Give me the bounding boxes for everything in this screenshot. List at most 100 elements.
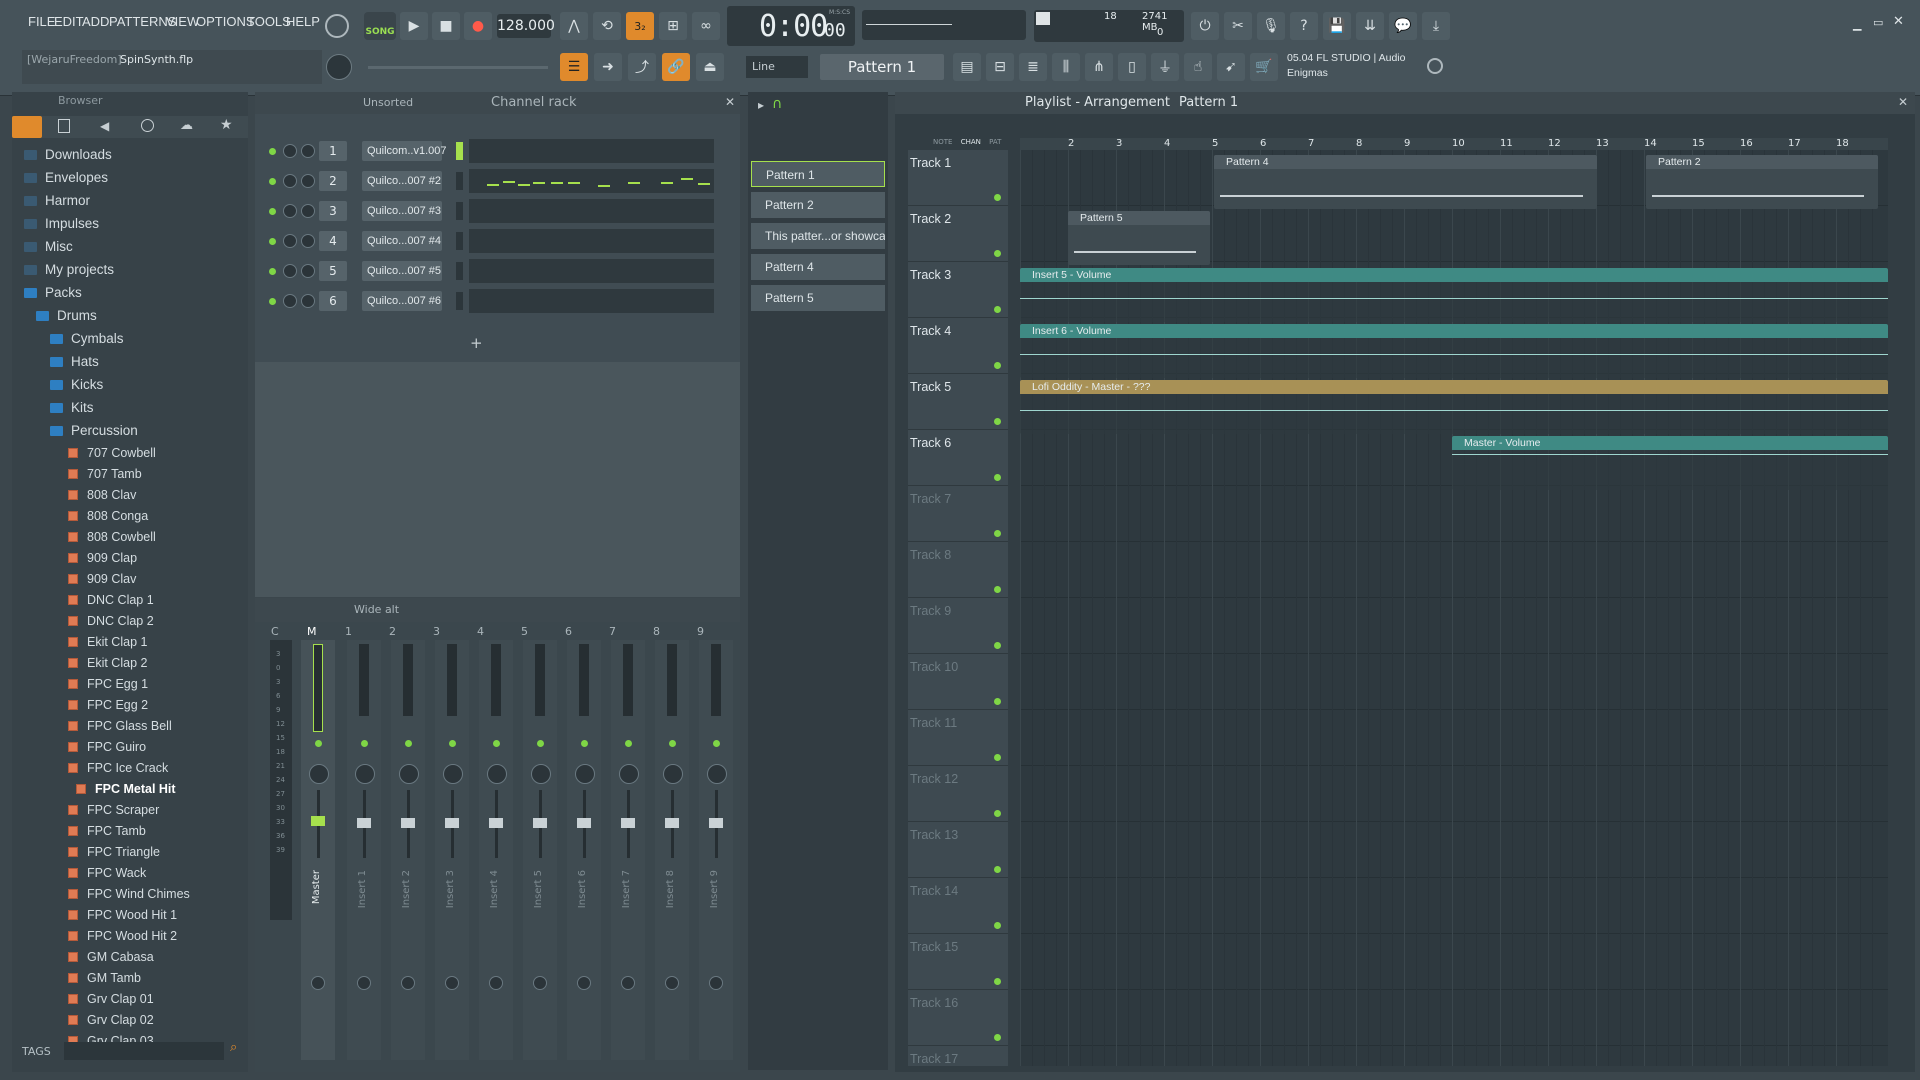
browser-folder[interactable]: Misc [24, 236, 73, 257]
mixer-enable-led[interactable] [449, 740, 456, 747]
channel-select-indicator[interactable] [456, 172, 463, 190]
view-mixer2-button[interactable]: ➹ [1217, 53, 1245, 81]
mixer-track[interactable]: Insert 3 [435, 640, 469, 1060]
mixer-pan-knob[interactable] [487, 764, 507, 784]
browser-file[interactable]: DNC Clap 2 [68, 610, 154, 631]
view-pianoroll-button[interactable]: ⊟ [986, 53, 1014, 81]
mixer-route-knob[interactable] [665, 976, 679, 990]
channel-name-button[interactable]: Quilcom..v1.007 [362, 141, 446, 161]
pat-song-toggle[interactable]: SONG [364, 12, 396, 40]
browser-tab-project[interactable] [58, 119, 70, 133]
playlist-clip[interactable]: Insert 5 - Volume [1020, 268, 1888, 322]
menu-file[interactable]: FILE [28, 14, 55, 36]
browser-file[interactable]: FPC Ice Crack [68, 757, 168, 778]
track-enable-led[interactable] [994, 978, 1001, 985]
mixer-enable-led[interactable] [537, 740, 544, 747]
channel-mute-led[interactable] [269, 298, 276, 305]
mixer-route-knob[interactable] [401, 976, 415, 990]
countdown-button[interactable]: 3₂ [626, 12, 654, 40]
browser-file[interactable]: FPC Wack [68, 862, 146, 883]
pattern-item[interactable]: This patter...or showcase [751, 223, 885, 249]
browser-file[interactable]: GM Cabasa [68, 946, 154, 967]
channel-mute-led[interactable] [269, 268, 276, 275]
channel-select-indicator[interactable] [456, 232, 463, 250]
pitch-slider[interactable] [368, 66, 548, 69]
channel-graph[interactable] [469, 199, 714, 223]
channel-graph[interactable] [469, 289, 714, 313]
channel-mixer-number[interactable]: 5 [319, 261, 347, 281]
mixer-header-label[interactable]: 1 [345, 625, 352, 638]
menu-options[interactable]: OPTIONS [196, 14, 255, 36]
help-button[interactable]: ? [1290, 12, 1318, 40]
channel-volume-knob[interactable] [301, 234, 315, 248]
channel-pan-knob[interactable] [283, 234, 297, 248]
mixer-enable-led[interactable] [361, 740, 368, 747]
pattern-item[interactable]: Pattern 1 [751, 161, 885, 187]
channel-pan-knob[interactable] [283, 294, 297, 308]
browser-file[interactable]: FPC Tamb [68, 820, 146, 841]
track-enable-led[interactable] [994, 250, 1001, 257]
browser-folder[interactable]: Downloads [24, 144, 112, 165]
fader-handle[interactable] [401, 818, 415, 828]
mixer-enable-led[interactable] [581, 740, 588, 747]
mixer-route-knob[interactable] [709, 976, 723, 990]
fader-handle[interactable] [533, 818, 547, 828]
fader-handle[interactable] [621, 818, 635, 828]
mixer-track[interactable]: Master [301, 640, 335, 1060]
metronome-button[interactable]: ⋀ [560, 12, 588, 40]
playlist-clip[interactable]: Master - Volume [1452, 436, 1888, 490]
mixer-track[interactable]: Insert 5 [523, 640, 557, 1060]
browser-file[interactable]: FPC Wood Hit 1 [68, 904, 177, 925]
channel-mute-led[interactable] [269, 238, 276, 245]
cut-button[interactable]: ✂ [1224, 12, 1252, 40]
slide-tool-button[interactable]: ⤴ [628, 53, 656, 81]
close-icon[interactable]: ✕ [1898, 95, 1908, 109]
mixer-pan-knob[interactable] [443, 764, 463, 784]
step-edit-button[interactable]: ⊞ [659, 12, 687, 40]
search-icon[interactable]: ⌕ [230, 1040, 237, 1055]
browser-folder[interactable]: Cymbals [50, 328, 124, 349]
mixer-pan-knob[interactable] [663, 764, 683, 784]
loop-record-button[interactable]: ∞ [692, 12, 720, 40]
browser-folder[interactable]: Drums [36, 305, 97, 326]
channel-name-button[interactable]: Quilco...007 #4 [362, 231, 442, 251]
menu-tools[interactable]: TOOLS [247, 14, 291, 36]
mixer-header-label[interactable]: 3 [433, 625, 440, 638]
mixer-header-label[interactable]: 7 [609, 625, 616, 638]
record-button[interactable]: ● [464, 12, 492, 40]
view-plugin-button[interactable]: ▯ [1118, 53, 1146, 81]
add-channel-button[interactable]: + [470, 334, 483, 352]
track-enable-led[interactable] [994, 362, 1001, 369]
track-enable-led[interactable] [994, 418, 1001, 425]
save-button[interactable]: 💾 [1323, 12, 1351, 40]
playlist-clip[interactable]: Pattern 2 [1646, 155, 1878, 209]
browser-file[interactable]: 808 Clav [68, 484, 136, 505]
browser-folder[interactable]: Kicks [50, 374, 103, 395]
mixer-pan-knob[interactable] [575, 764, 595, 784]
channel-volume-knob[interactable] [301, 294, 315, 308]
master-volume-knob[interactable] [325, 14, 349, 38]
browser-file[interactable]: Grv Clap 02 [68, 1009, 154, 1030]
playlist-clip[interactable]: Lofi Oddity - Master - ??? [1020, 380, 1888, 434]
mixer-track[interactable]: Insert 7 [611, 640, 645, 1060]
fader-handle[interactable] [577, 818, 591, 828]
arrow-tool-button[interactable]: ➜ [594, 53, 622, 81]
pattern-item[interactable]: Pattern 5 [751, 285, 885, 311]
browser-tab-all[interactable] [12, 116, 42, 138]
browser-file[interactable]: FPC Wood Hit 2 [68, 925, 177, 946]
mixer-enable-led[interactable] [315, 740, 322, 747]
minimize-button[interactable]: ▁ [1853, 18, 1861, 31]
mixer-header-label[interactable]: 8 [653, 625, 660, 638]
mixer-enable-led[interactable] [405, 740, 412, 747]
pattern-item[interactable]: Pattern 2 [751, 192, 885, 218]
track-header[interactable]: Track 13 [908, 822, 1008, 878]
browser-file[interactable]: Ekit Clap 2 [68, 652, 147, 673]
track-enable-led[interactable] [994, 922, 1001, 929]
channel-row[interactable]: 4 Quilco...007 #4 [255, 228, 740, 254]
playlist-clip[interactable]: Pattern 4 [1214, 155, 1597, 209]
tab-pat[interactable]: PAT [989, 138, 1001, 146]
track-header[interactable]: Track 9 [908, 598, 1008, 654]
mixer-preset[interactable]: Wide alt [354, 603, 399, 616]
mixer-track[interactable]: Insert 2 [391, 640, 425, 1060]
track-header[interactable]: Track 5 [908, 374, 1008, 430]
